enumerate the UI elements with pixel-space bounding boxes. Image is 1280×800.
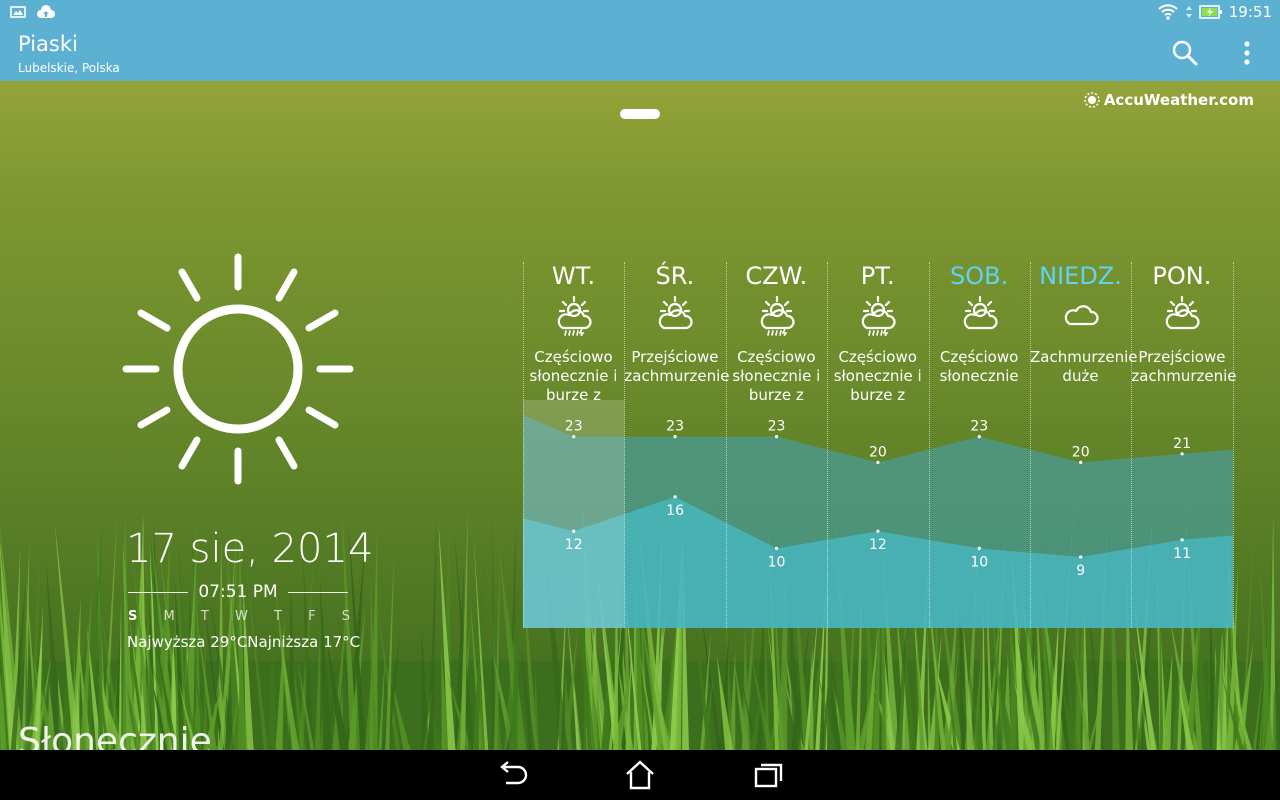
- forecast-day-condition: Przejściowe zachmurzenie: [624, 348, 730, 385]
- divider: [287, 591, 349, 593]
- sun-ray: [305, 406, 339, 429]
- current-time: 07:51 PM: [198, 582, 278, 602]
- column-divider: [725, 262, 727, 628]
- sun-ray: [178, 436, 201, 470]
- weekday-row: SMTWTFS: [128, 609, 350, 624]
- current-condition: Słonecznie: [18, 721, 212, 750]
- recent-apps-icon[interactable]: [750, 758, 786, 792]
- drag-handle[interactable]: [620, 109, 660, 119]
- search-icon[interactable]: [1170, 38, 1200, 68]
- forecast-day[interactable]: PT. Częściowo słonecznie i burze z: [827, 262, 928, 628]
- forecast-day-name: CZW.: [745, 262, 808, 290]
- current-date: 17 sie, 2014: [126, 526, 374, 572]
- partly-sunny-storm-icon: [557, 295, 592, 336]
- forecast-day-name: WT.: [551, 262, 596, 290]
- forecast-day[interactable]: SOB. Częściowo słonecznie: [929, 262, 1030, 628]
- sun-disc: [173, 304, 303, 434]
- forecast-day-name: PON.: [1152, 262, 1212, 290]
- column-divider: [523, 262, 524, 628]
- cloud-icon: [1064, 305, 1099, 326]
- column-divider: [928, 262, 930, 628]
- sun-icon: [122, 253, 354, 485]
- sun-ray: [178, 268, 201, 302]
- battery-charging-icon: [1198, 5, 1222, 19]
- weekday-letter: M: [163, 609, 175, 624]
- forecast-day[interactable]: ŚR. Przejściowe zachmurzenie: [624, 262, 730, 628]
- gallery-icon: [10, 6, 26, 18]
- column-divider: [1131, 262, 1133, 628]
- overflow-menu-icon[interactable]: [1234, 38, 1260, 68]
- home-icon[interactable]: [622, 758, 658, 792]
- sun-ray: [275, 436, 298, 470]
- column-divider: [1030, 262, 1031, 628]
- column-divider: [1232, 262, 1234, 628]
- sun-ray: [305, 309, 339, 332]
- weekday-letter: S: [128, 609, 138, 624]
- column-divider: [827, 262, 829, 628]
- partly-cloudy-icon: [1166, 295, 1200, 330]
- status-time: 19:51: [1228, 3, 1272, 21]
- weekday-letter: S: [341, 609, 350, 624]
- weather-main: AccuWeather.com 17 sie, 2014 07:51 PM S M…: [0, 81, 1280, 750]
- partly-sunny-storm-icon: [760, 295, 795, 336]
- weekday-letter: T: [200, 609, 209, 624]
- accuweather-sun-icon: [1084, 92, 1100, 108]
- sun-ray: [137, 309, 171, 332]
- forecast-day-name: PT.: [860, 262, 895, 290]
- forecast-day-condition: Przejściowe zachmurzenie: [1131, 348, 1237, 385]
- cloud-upload-icon: [37, 5, 55, 18]
- forecast-day-name: ŚR.: [655, 262, 695, 290]
- navigation-bar: [0, 750, 1280, 800]
- app-bar: Piaski Lubelskie, Polska: [0, 26, 1280, 81]
- partly-cloudy-icon: [659, 295, 693, 330]
- weekday-letter: W: [234, 609, 248, 624]
- forecast-day-condition: Częściowo słonecznie: [939, 348, 1019, 385]
- sun-ray: [275, 268, 298, 302]
- back-icon[interactable]: [494, 758, 530, 792]
- forecast-day-name: SOB.: [949, 262, 1009, 290]
- sun-ray: [137, 406, 171, 429]
- forecast-day[interactable]: WT. Częściowo słonecznie i burze z: [523, 262, 624, 628]
- data-arrows-icon: [1185, 6, 1192, 18]
- weekday-letter: F: [308, 609, 316, 624]
- forecast-day-condition: Częściowo słonecznie i burze z: [833, 348, 922, 404]
- hi-lo-temps: Najwyższa 29°CNajniższa 17°C: [127, 633, 361, 651]
- forecast-day-name: NIEDZ.: [1039, 262, 1122, 290]
- forecast-day-condition: Częściowo słonecznie i burze z: [732, 348, 821, 404]
- forecast-day-condition: Zachmurzenie duże: [1030, 348, 1138, 385]
- forecast-day[interactable]: NIEDZ. Zachmurzenie duże: [1030, 262, 1138, 628]
- current-time-row: 07:51 PM: [128, 581, 349, 603]
- partly-cloudy-icon: [963, 295, 998, 330]
- forecast-day[interactable]: CZW. Częściowo słonecznie i burze z: [726, 262, 827, 628]
- forecast-day[interactable]: PON. Przejściowe zachmurzenie: [1131, 262, 1237, 628]
- city-region: Lubelskie, Polska: [18, 61, 120, 75]
- accuweather-label: AccuWeather.com: [1103, 91, 1254, 109]
- status-bar: 19:51: [0, 0, 1280, 26]
- divider: [128, 591, 189, 593]
- accuweather-logo[interactable]: AccuWeather.com: [1084, 91, 1254, 109]
- weekday-letter: T: [273, 609, 282, 624]
- city-name[interactable]: Piaski: [18, 32, 78, 56]
- wifi-icon: [1158, 4, 1178, 20]
- column-divider: [624, 262, 626, 628]
- partly-sunny-storm-icon: [861, 295, 896, 336]
- forecast-day-condition: Częściowo słonecznie i burze z: [529, 348, 618, 404]
- forecast-panel: 23 12 23 16 23 10 20 12 23 10 20 9 21 11 WT. Częściowo…: [523, 262, 1237, 628]
